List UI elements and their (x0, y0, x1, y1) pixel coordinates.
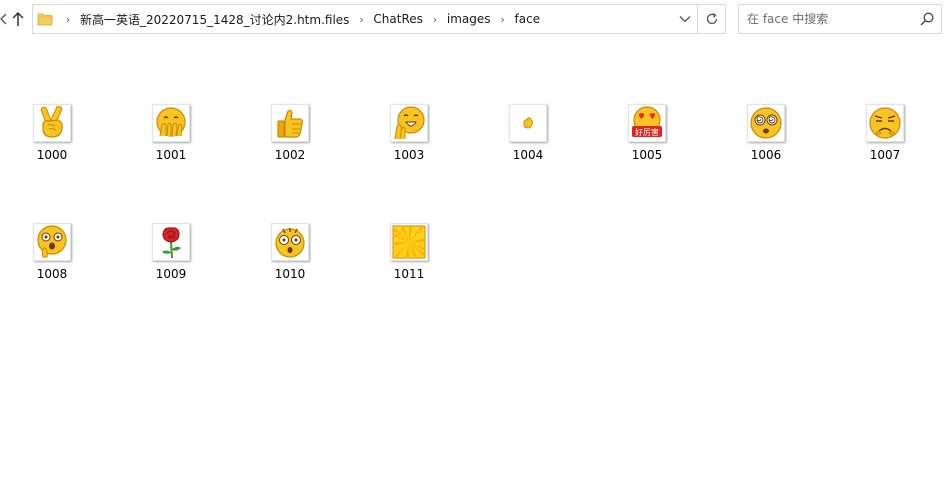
file-name: 1005 (631, 148, 663, 162)
breadcrumb: › 新高一英语_20220715_1428_讨论内2.htm.files › C… (37, 5, 545, 33)
file-item[interactable]: 1003 (357, 100, 457, 180)
breadcrumb-separator[interactable]: › (428, 13, 442, 26)
file-name: 1002 (274, 148, 306, 162)
badge-text: 好厉害 (635, 127, 659, 137)
address-history-dropdown[interactable] (671, 5, 697, 33)
breadcrumb-separator[interactable]: › (61, 13, 75, 26)
heart-eyes-face-icon: 好厉害 (628, 104, 666, 142)
explorer-toolbar: › 新高一英语_20220715_1428_讨论内2.htm.files › C… (0, 0, 947, 38)
file-name: 1010 (274, 267, 306, 281)
folder-icon (37, 10, 55, 28)
file-name: 1000 (36, 148, 68, 162)
file-item[interactable]: 1002 (238, 100, 338, 180)
thumbs-up-icon (271, 104, 309, 142)
scared-face-icon (271, 223, 309, 261)
covering-mouth-face-icon (152, 104, 190, 142)
file-item[interactable]: 好厉害 1005 (595, 100, 695, 180)
search-box[interactable] (738, 4, 942, 34)
small-hand-icon (509, 104, 547, 142)
breadcrumb-item-face[interactable]: face (510, 12, 546, 26)
file-item[interactable]: 1000 (0, 100, 100, 180)
file-item[interactable]: 1009 (119, 219, 219, 299)
breadcrumb-separator[interactable]: › (354, 13, 368, 26)
file-name: 1004 (512, 148, 544, 162)
breadcrumb-item-images[interactable]: images (442, 12, 496, 26)
chevron-down-icon (679, 16, 690, 23)
rose-icon (152, 223, 190, 261)
breadcrumb-item-files[interactable]: 新高一英语_20220715_1428_讨论内2.htm.files (75, 11, 354, 28)
file-name: 1001 (155, 148, 187, 162)
file-item[interactable]: 1010 (238, 219, 338, 299)
file-item[interactable]: 1001 (119, 100, 219, 180)
search-input[interactable] (747, 11, 911, 27)
search-icon[interactable] (919, 11, 935, 27)
refresh-button[interactable] (698, 4, 726, 34)
dizzy-face-icon (747, 104, 785, 142)
file-name: 1007 (869, 148, 901, 162)
file-name: 1006 (750, 148, 782, 162)
refresh-icon (706, 12, 717, 25)
file-name: 1011 (393, 267, 425, 281)
address-bar[interactable]: › 新高一英语_20220715_1428_讨论内2.htm.files › C… (32, 4, 698, 34)
file-item[interactable]: 1008 (0, 219, 100, 299)
file-name: 1009 (155, 267, 187, 281)
file-name: 1003 (393, 148, 425, 162)
shocked-face-icon (33, 223, 71, 261)
up-button[interactable] (8, 8, 28, 30)
breadcrumb-item-chatres[interactable]: ChatRes (368, 12, 427, 26)
file-item[interactable]: 1007 (833, 100, 933, 180)
victory-hand-icon (33, 104, 71, 142)
cheering-face-icon (390, 104, 428, 142)
file-name: 1008 (36, 267, 68, 281)
arrow-up-icon (12, 11, 24, 26)
breadcrumb-separator[interactable]: › (496, 13, 510, 26)
sunburst-icon (390, 223, 428, 261)
file-item[interactable]: 1004 (476, 100, 576, 180)
file-item[interactable]: 1006 (714, 100, 814, 180)
sobbing-face-icon (866, 104, 904, 142)
file-item[interactable]: 1011 (357, 219, 457, 299)
